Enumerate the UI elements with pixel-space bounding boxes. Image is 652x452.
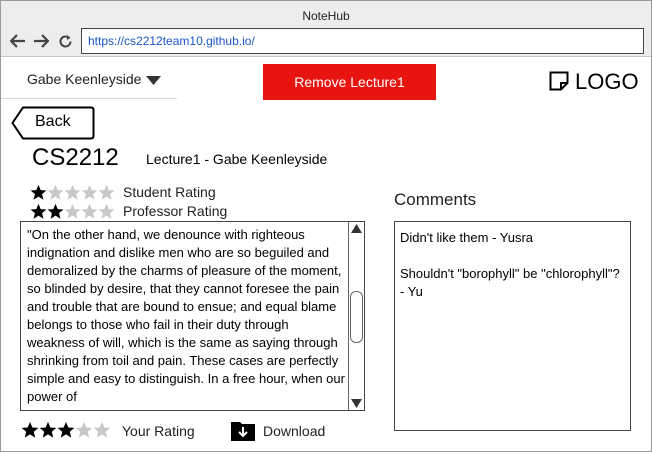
- professor-rating: Professor Rating: [30, 202, 227, 220]
- star-empty-icon: [81, 184, 98, 200]
- your-rating-stars[interactable]: [21, 421, 111, 439]
- star-filled-icon[interactable]: [39, 421, 57, 439]
- student-rating-stars: [30, 184, 115, 201]
- lecture-text: "On the other hand, we denounce with rig…: [27, 227, 345, 404]
- address-bar[interactable]: https://cs2212team10.github.io/: [81, 28, 644, 54]
- star-empty-icon[interactable]: [93, 421, 111, 439]
- star-empty-icon: [47, 184, 64, 200]
- star-empty-icon: [81, 203, 98, 219]
- logo-text: LOGO: [575, 69, 639, 94]
- scroll-up-icon[interactable]: [351, 224, 362, 233]
- download-icon[interactable]: [231, 420, 255, 441]
- star-empty-icon: [64, 203, 81, 219]
- star-filled-icon[interactable]: [21, 421, 39, 439]
- back-arrow-icon[interactable]: [9, 32, 27, 50]
- course-code: CS2212: [32, 144, 119, 171]
- star-empty-icon: [64, 184, 81, 200]
- window-title: NoteHub: [302, 9, 350, 23]
- lecture-title: Lecture1 - Gabe Keenleyside: [146, 151, 328, 167]
- star-filled-icon: [47, 203, 64, 219]
- star-filled-icon[interactable]: [57, 421, 75, 439]
- back-button[interactable]: Back: [11, 106, 95, 140]
- scroll-thumb[interactable]: [350, 291, 363, 343]
- user-name: Gabe Keenleyside: [27, 71, 142, 87]
- star-empty-icon: [98, 203, 115, 219]
- professor-rating-stars: [30, 203, 115, 220]
- user-menu[interactable]: Gabe Keenleyside: [1, 59, 177, 99]
- remove-lecture-button[interactable]: Remove Lecture1: [263, 64, 436, 100]
- comment-item: Shouldn't "borophyll" be "chlorophyll"? …: [400, 266, 620, 299]
- student-rating-label: Student Rating: [123, 184, 216, 200]
- star-empty-icon[interactable]: [75, 421, 93, 439]
- star-filled-icon: [30, 203, 47, 219]
- browser-titlebar: NoteHub https://cs2212team10.github.io/: [1, 1, 651, 57]
- browser-window: NoteHub https://cs2212team10.github.io/ …: [0, 0, 652, 452]
- professor-rating-label: Professor Rating: [123, 203, 228, 219]
- logo-icon: [549, 71, 569, 91]
- text-scrollbar[interactable]: [348, 222, 364, 410]
- star-filled-icon: [30, 184, 47, 200]
- student-rating: Student Rating: [30, 183, 216, 201]
- chevron-down-icon: [146, 76, 161, 85]
- back-button-label: Back: [35, 113, 71, 130]
- forward-arrow-icon[interactable]: [32, 32, 50, 50]
- comments-heading: Comments: [394, 190, 477, 209]
- reload-icon[interactable]: [56, 32, 74, 50]
- lecture-text-area[interactable]: "On the other hand, we denounce with rig…: [20, 221, 365, 411]
- comments-panel[interactable]: Didn't like them - Yusra Shouldn't "boro…: [394, 221, 631, 431]
- download-button[interactable]: Download: [263, 423, 325, 439]
- scroll-down-icon[interactable]: [351, 399, 362, 408]
- star-empty-icon: [98, 184, 115, 200]
- comment-item: Didn't like them - Yusra: [400, 230, 534, 245]
- your-rating-label: Your Rating: [122, 423, 195, 439]
